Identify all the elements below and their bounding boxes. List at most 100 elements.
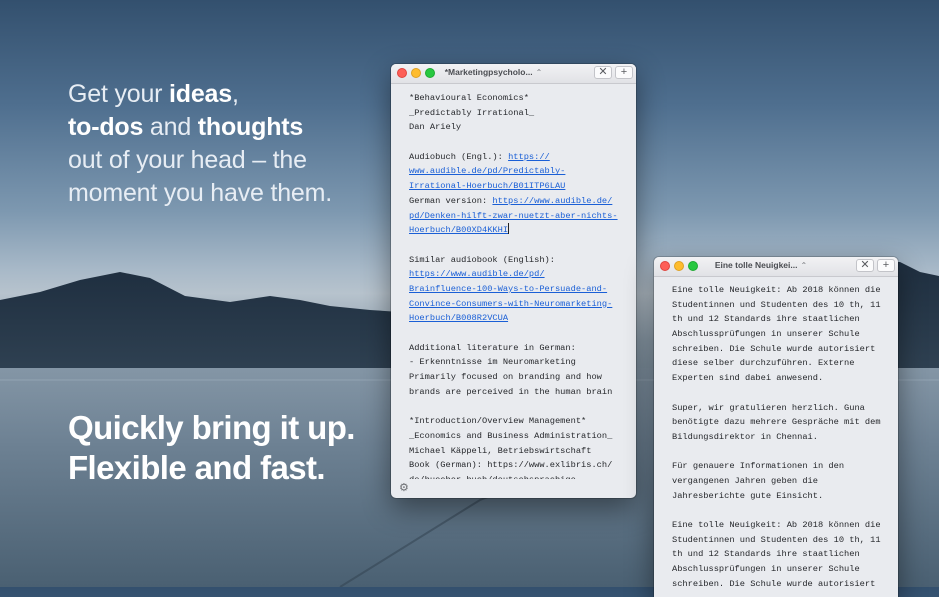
window-title[interactable]: Eine tolle Neuigkei... ⌃ [694, 260, 828, 270]
text-line: Studentinnen und Studenten des 10 th, 11 [672, 299, 881, 310]
text-line: www.audible.de/pd/Predictably- [409, 164, 624, 179]
text-line: Für genauere Informationen in den [672, 461, 845, 472]
hyperlink[interactable]: https:// [508, 152, 550, 162]
text-line: Book (German): https://www.exlibris.ch/ [409, 458, 624, 473]
line-text: Primarily focused on branding and how [409, 372, 602, 383]
text-line [409, 399, 624, 414]
text-line: schreiben. Die Schule wurde autorisiert [672, 578, 876, 589]
line-text: _Economics and Business Administration_ [409, 430, 613, 441]
hyperlink[interactable]: Hoerbuch/B00XD4KKHI [409, 225, 508, 235]
window-titlebar[interactable]: *Marketingpsycholo... ⌃ ✕ + [391, 64, 636, 84]
up-down-chevron-icon: ⌃ [535, 68, 543, 77]
minimize-window-button[interactable] [411, 68, 421, 78]
text-line: th und 12 Standards ihre staatlichen [672, 549, 860, 560]
line-text: Additional literature in German: [409, 342, 576, 353]
text-line: Michael Käppeli, Betriebswirtschaft [409, 444, 624, 459]
text-line: German version: https://www.audible.de/ [409, 194, 624, 209]
text-line: schreiben. Die Schule wurde autorisiert [672, 343, 876, 354]
window-title[interactable]: *Marketingpsycholo... ⌃ [431, 67, 556, 77]
headline-line-4: moment you have them. [68, 179, 332, 207]
line-text: de/buecher-buch/deutschsprachige- [409, 475, 581, 479]
text-line: vergangenen Jahren geben die [672, 475, 818, 486]
marketing-headline: Get your ideas, to-dos and thoughts out … [68, 78, 368, 210]
text-line: Studentinnen und Studenten des 10 th, 11 [672, 534, 881, 545]
line-text: Michael Käppeli, Betriebswirtschaft [409, 445, 592, 456]
text-line: *Behavioural Economics* [409, 91, 624, 106]
note-editor[interactable]: *Behavioural Economics* _Predictably Irra… [409, 91, 624, 479]
line-text: _Predictably Irrational_ [409, 107, 535, 118]
text-line [409, 135, 624, 150]
text-line: _Predictably Irrational_ [409, 106, 624, 121]
text-line [672, 445, 886, 460]
text-line: Similar audiobook (English): [409, 253, 624, 268]
text-line: brands are perceived in the human brain [409, 385, 624, 400]
text-line: benötigte dazu mehrere Gespräche mit dem [672, 417, 881, 428]
text-line: Eine tolle Neuigkeit: Ab 2018 können die [672, 520, 881, 530]
note-editor[interactable]: Eine tolle Neuigkeit: Ab 2018 können die… [672, 283, 886, 597]
text-line: de/buecher-buch/deutschsprachige- [409, 473, 624, 479]
text-line: Hoerbuch/B008R2VCUA [409, 311, 624, 326]
text-line: Hoerbuch/B00XD4KKHI [409, 223, 624, 238]
text-line: Dan Ariely [409, 120, 624, 135]
text-line [672, 386, 886, 401]
text-line: Additional literature in German: [409, 341, 624, 356]
minimize-window-button[interactable] [674, 261, 684, 271]
headline-line-1: Get your ideas, [68, 80, 239, 108]
hyperlink[interactable]: Irrational-Hoerbuch/B01ITP6LAU [409, 181, 565, 191]
settings-gear-icon[interactable]: ⚙ [399, 482, 411, 494]
line-text: *Introduction/Overview Management* [409, 416, 587, 427]
hyperlink[interactable]: Hoerbuch/B008R2VCUA [409, 313, 508, 323]
note-window-neuigkeit[interactable]: Eine tolle Neuigkei... ⌃ ✕ + Eine tolle N… [654, 257, 898, 597]
hyperlink[interactable]: Convince-Consumers-with-Neuromarketing- [409, 299, 612, 309]
text-line: Irrational-Hoerbuch/B01ITP6LAU [409, 179, 624, 194]
text-line: - Erkenntnisse im Neuromarketing [409, 355, 624, 370]
line-text: - Erkenntnisse im Neuromarketing [409, 357, 576, 368]
text-line: Super, wir gratulieren herzlich. Guna [672, 402, 865, 413]
window-titlebar[interactable]: Eine tolle Neuigkei... ⌃ ✕ + [654, 257, 898, 277]
marketing-tagline: Quickly bring it up. Flexible and fast. [68, 408, 388, 488]
close-window-button[interactable] [397, 68, 407, 78]
hyperlink[interactable]: www.audible.de/pd/Predictably- [409, 166, 565, 176]
text-cursor [508, 223, 510, 235]
text-line: th und 12 Standards ihre staatlichen [672, 314, 860, 325]
line-text: Similar audiobook (English): [409, 254, 555, 265]
text-line: Eine tolle Neuigkeit: Ab 2018 können die [672, 285, 881, 295]
close-window-button[interactable] [660, 261, 670, 271]
text-line [409, 326, 624, 341]
add-note-button[interactable]: + [877, 259, 895, 272]
text-line: pd/Denken-hilft-zwar-nuetzt-aber-nichts- [409, 209, 624, 224]
line-text: Book (German): https://www.exlibris.ch/ [409, 460, 613, 471]
hyperlink[interactable]: https://www.audible.de/ [492, 196, 612, 206]
hyperlink[interactable]: https://www.audible.de/pd/ [409, 269, 545, 279]
text-line: Abschlussprüfungen in unserer Schule [672, 329, 860, 340]
text-line [409, 238, 624, 253]
close-note-button[interactable]: ✕ [594, 66, 612, 79]
line-text: Dan Ariely [409, 122, 462, 133]
text-line: _Economics and Business Administration_ [409, 429, 624, 444]
text-line: Primarily focused on branding and how [409, 370, 624, 385]
text-line: Experten sind dabei anwesend. [672, 373, 824, 384]
add-note-button[interactable]: + [615, 66, 633, 79]
line-text: Audiobuch (Engl.): [409, 151, 509, 162]
text-line: Audiobuch (Engl.): https:// [409, 150, 624, 165]
line-text: German version: [409, 195, 493, 206]
line-text: brands are perceived in the human brain [409, 386, 613, 397]
text-line: Jahresberichte gute Einsicht. [672, 490, 824, 501]
line-text: *Behavioural Economics* [409, 93, 529, 103]
up-down-chevron-icon: ⌃ [800, 261, 808, 270]
text-line: Bildungsdirektor in Chennai. [672, 431, 818, 442]
headline-line-3: out of your head – the [68, 146, 307, 174]
text-line: Abschlussprüfungen in unserer Schule [672, 564, 860, 575]
text-line: Brainfluence-100-Ways-to-Persuade-and- [409, 282, 624, 297]
note-window-marketing[interactable]: *Marketingpsycholo... ⌃ ✕ + *Behavioural … [391, 64, 636, 498]
text-line [672, 503, 886, 518]
close-note-button[interactable]: ✕ [856, 259, 874, 272]
hyperlink[interactable]: Brainfluence-100-Ways-to-Persuade-and- [409, 284, 607, 294]
headline-line-2: to-dos and thoughts [68, 113, 304, 141]
hyperlink[interactable]: pd/Denken-hilft-zwar-nuetzt-aber-nichts- [409, 211, 618, 221]
text-line: Convince-Consumers-with-Neuromarketing- [409, 297, 624, 312]
tagline-line-2: Flexible and fast. [68, 449, 326, 486]
text-line: *Introduction/Overview Management* [409, 414, 624, 429]
tagline-line-1: Quickly bring it up. [68, 409, 355, 446]
text-line: diese selber durchzuführen. Externe [672, 358, 855, 369]
